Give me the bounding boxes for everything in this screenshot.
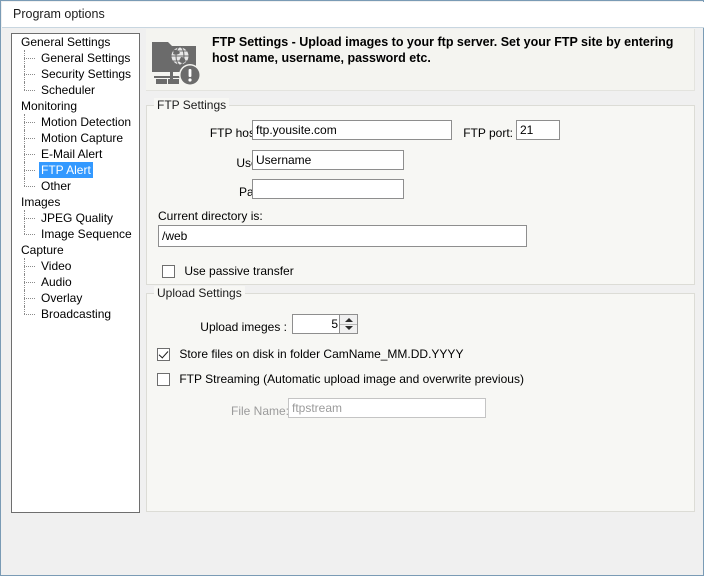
sidebar-item-motion-capture[interactable]: Motion Capture <box>12 130 139 146</box>
store-files-checkbox[interactable] <box>157 348 170 361</box>
file-name-label: File Name: <box>230 404 289 418</box>
sidebar-item-label: Other <box>41 179 72 193</box>
upload-images-label: Upload imeges : <box>200 320 287 334</box>
ftp-streaming-checkbox[interactable] <box>157 373 170 386</box>
upload-images-value: 5 <box>331 317 338 331</box>
ftp-port-input[interactable]: 21 <box>516 120 560 140</box>
ftp-username-input[interactable]: Username <box>252 150 404 170</box>
spin-divider <box>340 324 357 325</box>
ftp-streaming-label: FTP Streaming (Automatic upload image an… <box>179 372 524 386</box>
sidebar-item-motion-detection[interactable]: Motion Detection <box>12 114 139 130</box>
sidebar-item-label: Motion Detection <box>41 115 132 129</box>
use-passive-transfer-label: Use passive transfer <box>184 264 294 278</box>
sidebar-item-label: Audio <box>41 275 72 289</box>
program-options-window: Program options General Settings General … <box>0 0 704 576</box>
use-passive-transfer-row[interactable]: Use passive transfer <box>162 264 294 280</box>
sidebar-item-label: Overlay <box>41 291 83 305</box>
sidebar-item-other[interactable]: Other <box>12 178 139 194</box>
sidebar-item-broadcasting[interactable]: Broadcasting <box>12 306 139 322</box>
sidebar-item-ftp-alert[interactable]: FTP Alert <box>12 162 139 178</box>
sidebar-item-jpeg-quality[interactable]: JPEG Quality <box>12 210 139 226</box>
sidebar-item-audio[interactable]: Audio <box>12 274 139 290</box>
store-files-label: Store files on disk in folder CamName_MM… <box>179 347 464 361</box>
sidebar-item-label: Images <box>21 195 61 209</box>
sidebar-item-video[interactable]: Video <box>12 258 139 274</box>
ftp-host-input[interactable]: ftp.yousite.com <box>252 120 452 140</box>
ftp-password-input[interactable] <box>252 179 404 199</box>
sidebar-item-label: Monitoring <box>21 99 78 113</box>
sidebar-item-label: E-Mail Alert <box>41 147 103 161</box>
sidebar-item-label: Broadcasting <box>41 307 112 321</box>
current-directory-input[interactable]: /web <box>158 225 527 247</box>
header-description: FTP Settings - Upload images to your ftp… <box>212 35 674 65</box>
spin-up-icon[interactable] <box>345 318 353 322</box>
settings-tree[interactable]: General Settings General Settings Security… <box>11 33 140 513</box>
sidebar-item-label: General Settings <box>41 51 131 65</box>
sidebar-item-label: General Settings <box>21 35 111 49</box>
sidebar-item-overlay[interactable]: Overlay <box>12 290 139 306</box>
header-panel: FTP Settings - Upload images to your ftp… <box>146 29 695 91</box>
window-title: Program options <box>13 7 105 21</box>
sidebar-item-general-settings[interactable]: General Settings <box>12 50 139 66</box>
sidebar-item-images[interactable]: Images <box>12 194 139 210</box>
sidebar-item-label: Video <box>41 259 72 273</box>
sidebar-item-general-settings[interactable]: General Settings <box>12 34 139 50</box>
sidebar-item-scheduler[interactable]: Scheduler <box>12 82 139 98</box>
spin-down-icon[interactable] <box>345 326 353 330</box>
sidebar-item-label: FTP Alert <box>39 162 93 178</box>
ftp-port-label: FTP port: <box>463 126 513 140</box>
sidebar-item-image-sequence[interactable]: Image Sequence <box>12 226 139 242</box>
ftp-streaming-row[interactable]: FTP Streaming (Automatic upload image an… <box>157 372 524 388</box>
upload-images-stepper[interactable]: 5 <box>292 314 358 334</box>
ftp-settings-group-title: FTP Settings <box>154 98 230 112</box>
sidebar-item-security-settings[interactable]: Security Settings <box>12 66 139 82</box>
sidebar-item-monitoring[interactable]: Monitoring <box>12 98 139 114</box>
sidebar-item-label: Image Sequence <box>41 227 132 241</box>
store-files-row[interactable]: Store files on disk in folder CamName_MM… <box>157 347 463 363</box>
sidebar-item-label: JPEG Quality <box>41 211 114 225</box>
upload-settings-group: Upload Settings Upload imeges : 5 Store … <box>146 286 695 512</box>
current-directory-label: Current directory is: <box>158 209 263 223</box>
sidebar-item-label: Scheduler <box>41 83 96 97</box>
sidebar-item-label: Motion Capture <box>41 131 124 145</box>
sidebar-item-e-mail-alert[interactable]: E-Mail Alert <box>12 146 139 162</box>
upload-images-spin-buttons[interactable] <box>339 315 357 333</box>
ftp-settings-group: FTP Settings FTP host name: ftp.yousite.… <box>146 98 695 285</box>
sidebar-item-label: Security Settings <box>41 67 132 81</box>
file-name-input[interactable]: ftpstream <box>288 398 486 418</box>
ftp-folder-globe-alert-icon <box>150 33 206 89</box>
sidebar-item-label: Capture <box>21 243 64 257</box>
use-passive-transfer-checkbox[interactable] <box>162 265 175 278</box>
upload-settings-group-title: Upload Settings <box>154 286 245 300</box>
title-bar: Program options <box>2 2 704 28</box>
sidebar-item-capture[interactable]: Capture <box>12 242 139 258</box>
